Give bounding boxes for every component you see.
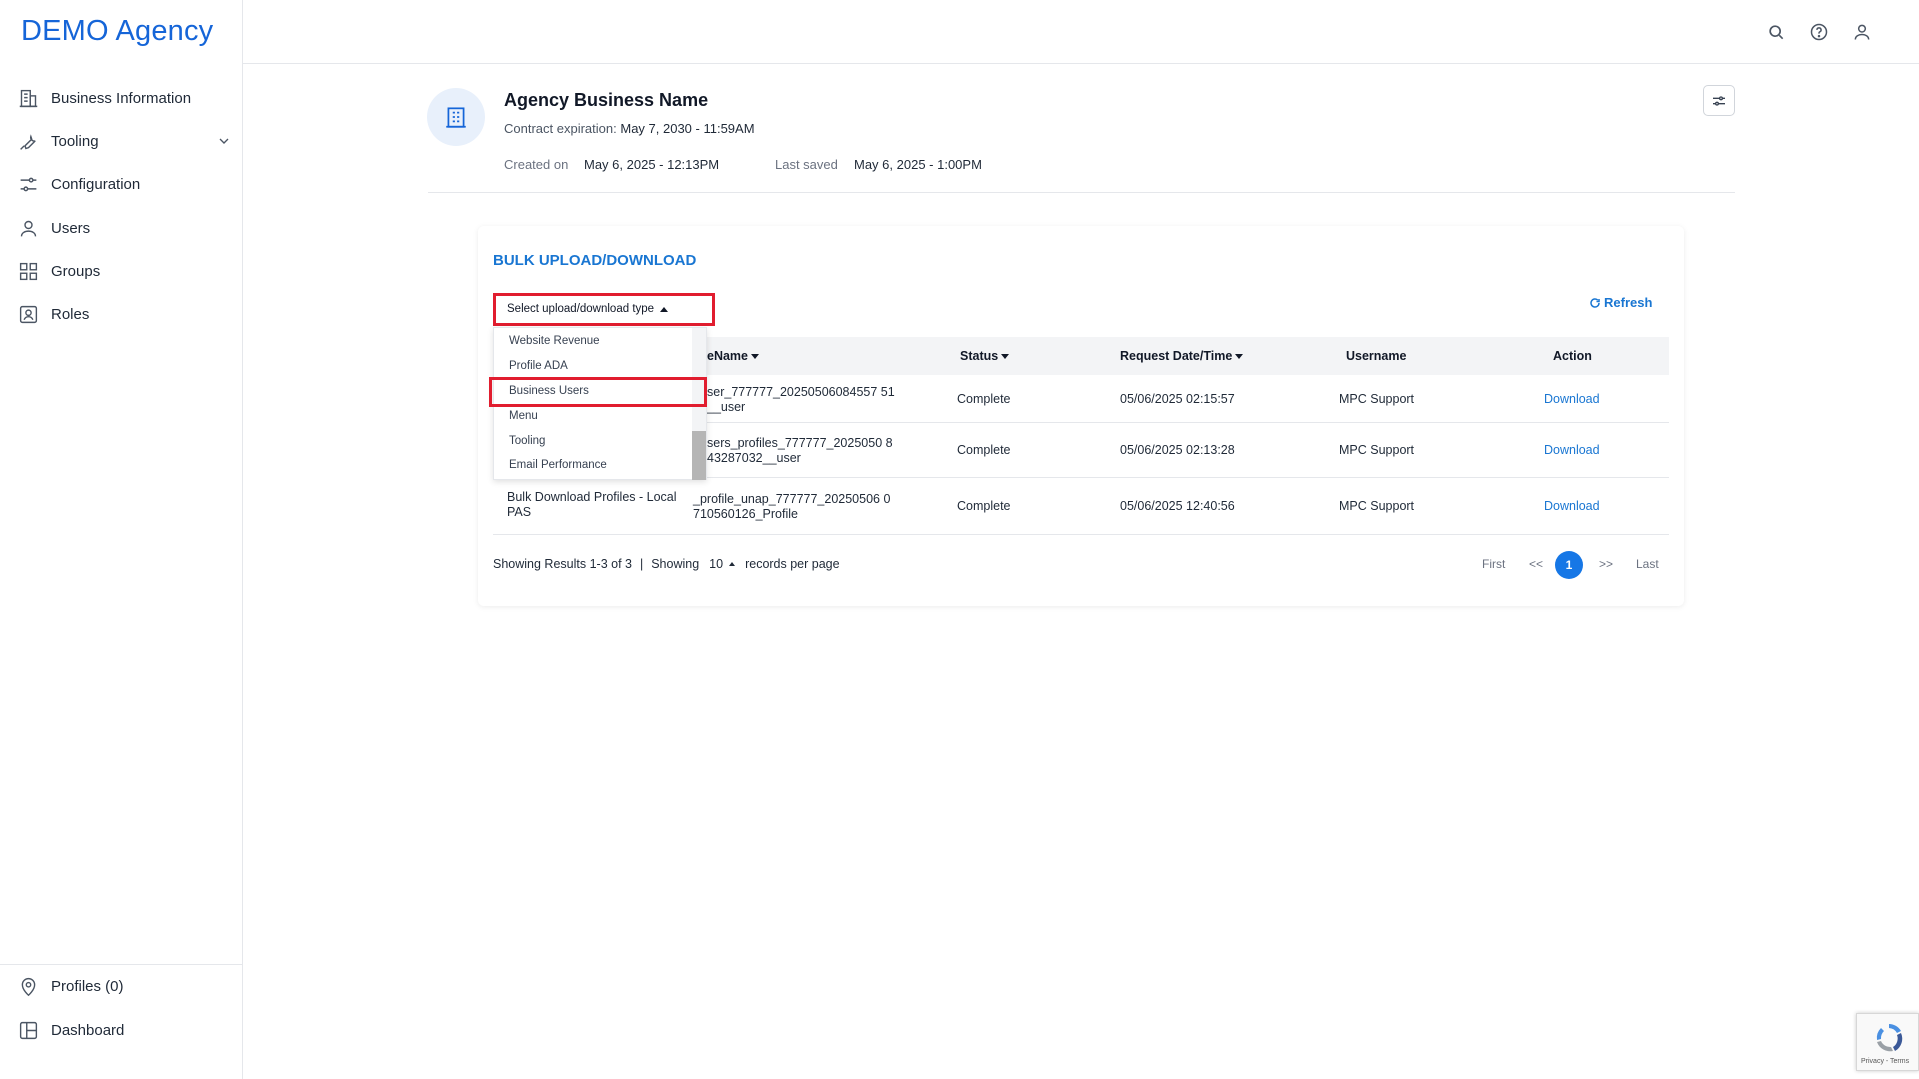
- help-icon[interactable]: [1809, 22, 1829, 42]
- contract-expiration: Contract expiration: May 7, 2030 - 11:59…: [504, 121, 755, 136]
- pagination-first[interactable]: First: [1482, 557, 1505, 571]
- row-1-date: 05/06/2025 02:15:57: [1120, 392, 1235, 406]
- row-1-download-link[interactable]: Download: [1544, 392, 1600, 407]
- sidebar-item-tooling[interactable]: Tooling: [18, 126, 232, 156]
- per-page-select[interactable]: 10: [709, 557, 736, 571]
- pagination-prev[interactable]: <<: [1529, 557, 1543, 571]
- row-3-status: Complete: [957, 499, 1011, 513]
- sidebar-item-dashboard[interactable]: Dashboard: [18, 1015, 232, 1045]
- row-3-type: Bulk Download Profiles - Local PAS: [507, 490, 677, 519]
- contract-label: Contract expiration:: [504, 121, 617, 136]
- refresh-button[interactable]: Refresh: [1589, 295, 1652, 310]
- sidebar-item-label: Groups: [51, 262, 101, 280]
- column-header-status[interactable]: Status: [960, 349, 1010, 363]
- results-summary: Showing Results 1-3 of 3 | Showing 10 re…: [493, 557, 840, 571]
- row-2-username: MPC Support: [1339, 443, 1415, 457]
- pagination-last[interactable]: Last: [1636, 557, 1659, 571]
- caret-up-icon: [729, 562, 736, 566]
- refresh-icon: [1590, 297, 1600, 308]
- grid-icon: [19, 262, 38, 280]
- results-text: Showing Results 1-3 of 3: [493, 557, 632, 571]
- sliders-icon: [20, 177, 37, 191]
- sidebar-item-label: Configuration: [51, 175, 141, 193]
- row-3-filename: _profile_unap_777777_20250506 0710560126…: [693, 492, 891, 521]
- settings-button[interactable]: [1703, 85, 1735, 116]
- sidebar-item-groups[interactable]: Groups: [18, 256, 232, 286]
- contract-value: May 7, 2030 - 11:59AM: [620, 121, 755, 136]
- row-1-filename: ser_777777_20250506084557 51__user: [707, 385, 895, 414]
- sidebar-item-label: Roles: [51, 305, 90, 323]
- recaptcha-badge[interactable]: Privacy - Terms: [1856, 1013, 1919, 1071]
- separator: |: [639, 557, 644, 571]
- saved-value: May 6, 2025 - 1:00PM: [854, 157, 982, 172]
- dropdown-option-email-performance[interactable]: Email Performance: [509, 459, 607, 471]
- search-icon[interactable]: [1766, 22, 1786, 42]
- sidebar-item-label: Profiles (0): [51, 977, 124, 995]
- brand-logo-text[interactable]: DEMO Agency: [21, 15, 213, 48]
- per-page-suffix: records per page: [745, 557, 840, 571]
- dropdown-scrollbar-thumb[interactable]: [692, 431, 706, 480]
- wrench-icon: [20, 133, 36, 150]
- row-2-filename: sers_profiles_777777_2025050 843287032__…: [707, 436, 893, 465]
- highlight-select-box: [493, 293, 715, 326]
- column-header-username: Username: [1346, 349, 1407, 363]
- location-pin-icon: [21, 977, 36, 996]
- recaptcha-text: Privacy - Terms: [1861, 1058, 1910, 1065]
- row-3-date: 05/06/2025 12:40:56: [1120, 499, 1235, 513]
- row-2-download-link[interactable]: Download: [1544, 443, 1600, 458]
- chevron-down-icon[interactable]: [216, 133, 232, 149]
- card-title: BULK UPLOAD/DOWNLOAD: [493, 252, 697, 269]
- sidebar-item-profiles[interactable]: Profiles (0): [18, 971, 232, 1001]
- sidebar-item-label: Users: [51, 219, 91, 237]
- row-1-status: Complete: [957, 392, 1011, 406]
- sort-icon: [751, 353, 759, 359]
- dropdown-option-profile-ada[interactable]: Profile ADA: [509, 360, 568, 372]
- business-avatar: [427, 88, 485, 146]
- pagination-page-1[interactable]: 1: [1555, 551, 1583, 579]
- row-1-username: MPC Support: [1339, 392, 1415, 406]
- sidebar-item-configuration[interactable]: Configuration: [18, 169, 232, 199]
- column-header-request-date[interactable]: Request Date/Time: [1120, 349, 1244, 363]
- highlight-business-users: [489, 377, 707, 407]
- dropdown-option-menu[interactable]: Menu: [509, 410, 538, 422]
- sliders-icon: [1713, 95, 1725, 106]
- sort-icon: [1001, 353, 1010, 359]
- column-header-filename[interactable]: eName: [707, 349, 759, 363]
- row-divider: [493, 534, 1669, 535]
- sidebar-item-label: Business Information: [51, 89, 192, 107]
- created-label: Created on: [504, 157, 569, 172]
- sidebar-item-users[interactable]: Users: [18, 213, 232, 243]
- account-icon[interactable]: [1852, 22, 1872, 42]
- layout-icon: [19, 1021, 38, 1039]
- pagination-next[interactable]: >>: [1599, 557, 1613, 571]
- dropdown-option-tooling[interactable]: Tooling: [509, 435, 545, 447]
- business-name: Agency Business Name: [504, 90, 709, 110]
- row-2-date: 05/06/2025 02:13:28: [1120, 443, 1235, 457]
- sidebar-item-label: Dashboard: [51, 1021, 125, 1039]
- column-header-action: Action: [1553, 349, 1592, 363]
- top-bar: [243, 0, 1919, 64]
- row-2-status: Complete: [957, 443, 1011, 457]
- building-icon: [19, 89, 38, 107]
- id-badge-icon: [19, 305, 38, 323]
- building-icon: [446, 107, 466, 128]
- sidebar-item-label: Tooling: [51, 132, 99, 150]
- row-3-username: MPC Support: [1339, 499, 1415, 513]
- header-divider: [428, 192, 1735, 193]
- sort-icon: [1235, 353, 1244, 359]
- sidebar: DEMO Agency Business Information Tooling…: [0, 0, 243, 1079]
- dropdown-option-website-revenue[interactable]: Website Revenue: [509, 335, 600, 347]
- refresh-label: Refresh: [1604, 295, 1653, 310]
- row-3-download-link[interactable]: Download: [1544, 499, 1600, 514]
- sidebar-item-roles[interactable]: Roles: [18, 299, 232, 329]
- sidebar-item-business-information[interactable]: Business Information: [18, 83, 232, 113]
- created-value: May 6, 2025 - 12:13PM: [584, 157, 720, 172]
- showing-label: Showing: [651, 557, 700, 571]
- user-icon: [20, 220, 37, 236]
- sidebar-divider: [0, 964, 242, 965]
- saved-label: Last saved: [775, 157, 838, 172]
- recaptcha-icon: [1876, 1024, 1903, 1052]
